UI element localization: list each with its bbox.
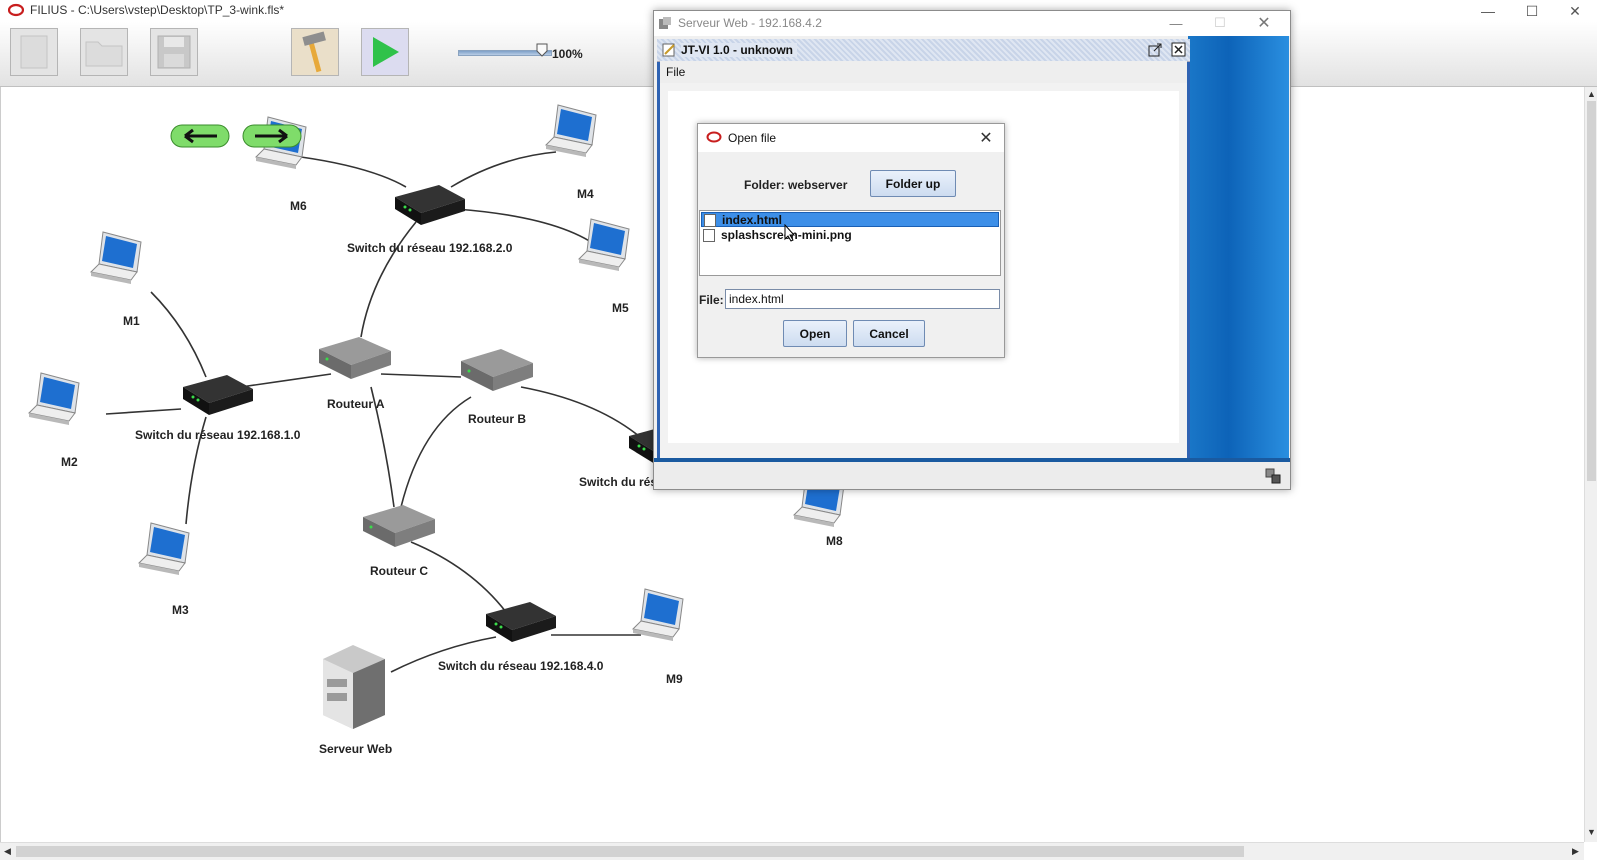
laptop-m3-icon [138,522,190,576]
new-file-button[interactable] [10,28,58,76]
scroll-left-arrow-icon[interactable]: ◀ [4,846,11,857]
file-checkbox-icon [703,229,715,242]
scroll-down-arrow-icon[interactable]: ▼ [1587,827,1596,837]
menu-file[interactable]: File [666,65,685,79]
laptop-m9-icon [632,588,684,642]
scroll-up-arrow-icon[interactable]: ▲ [1587,89,1596,99]
resize-grip-icon[interactable] [1265,468,1281,484]
switch-1-icon [183,375,253,415]
jtvi-title: JT-VI 1.0 - unknown [681,43,798,57]
close-button[interactable]: ✕ [1553,0,1597,22]
jtvi-titlebar: JT-VI 1.0 - unknown [657,39,1190,62]
minimize-button[interactable]: — [1466,0,1510,22]
maximize-button[interactable]: ☐ [1510,0,1554,22]
switch-4-icon [486,602,556,642]
server-window-icon [659,17,671,29]
filius-dialog-icon [706,131,722,143]
server-icon [323,645,385,729]
notepad-icon [662,43,675,57]
server-close-button[interactable]: ✕ [1242,12,1286,34]
server-window-title: Serveur Web - 192.168.4.2 [678,16,822,30]
new-file-icon [20,35,48,69]
label-switch-1: Switch du réseau 192.168.1.0 [135,428,301,442]
scroll-right-arrow-icon[interactable]: ▶ [1572,846,1579,857]
desktop-background [1188,36,1289,466]
label-switch-4: Switch du réseau 192.168.4.0 [438,659,604,673]
open-button[interactable]: Open [783,320,847,347]
detach-icon[interactable] [1148,43,1162,57]
label-m3: M3 [172,603,189,617]
label-router-c: Routeur C [370,564,428,578]
laptop-m5-icon [578,218,630,272]
label-m6: M6 [290,199,307,213]
vertical-scrollbar[interactable]: ▲ ▼ [1584,87,1597,842]
label-router-a: Routeur A [327,397,385,411]
simulation-mode-button[interactable] [361,28,409,76]
vertical-scroll-thumb[interactable] [1587,101,1596,481]
router-b-icon [461,349,533,391]
folder-icon [85,41,123,67]
server-window-titlebar: Serveur Web - 192.168.4.2 — ☐ ✕ [654,11,1290,36]
filius-logo-icon [8,3,24,17]
dialog-close-button[interactable]: ✕ [974,127,998,149]
list-item[interactable]: index.html [701,212,999,227]
server-statusbar [654,462,1290,489]
dialog-title: Open file [728,131,777,145]
label-m2: M2 [61,455,78,469]
floppy-icon [157,35,191,69]
file-name: index.html [722,213,783,227]
file-checkbox-icon [704,214,716,227]
label-m5: M5 [612,301,629,315]
label-m9: M9 [666,672,683,686]
label-switch-2: Switch du réseau 192.168.2.0 [347,241,513,255]
design-mode-button[interactable] [291,28,339,76]
laptop-m2-icon [28,372,80,426]
horizontal-scrollbar[interactable]: ◀ ▶ [0,842,1584,860]
zoom-slider-knob[interactable] [536,43,548,57]
mouse-cursor-icon [784,224,796,242]
folder-up-button[interactable]: Folder up [870,170,956,197]
open-folder-button[interactable] [80,28,128,76]
window-title: FILIUS - C:\Users\vstep\Desktop\TP_3-win… [30,3,285,17]
zoom-level: 100% [552,47,583,61]
laptop-m1-icon [90,231,142,285]
list-item[interactable]: splashscreen-mini.png [701,228,999,243]
router-a-icon [319,337,391,379]
label-m1: M1 [123,314,140,328]
horizontal-scroll-thumb[interactable] [16,846,1244,857]
network-links [105,151,647,673]
server-minimize-button[interactable]: — [1154,12,1198,34]
file-name-field[interactable] [725,289,1000,309]
cancel-button[interactable]: Cancel [853,320,925,347]
folder-label: Folder: webserver [744,178,848,192]
save-button[interactable] [150,28,198,76]
hammer-icon [302,31,326,73]
jtvi-menubar: File [660,61,1187,83]
label-server: Serveur Web [319,742,393,756]
forward-arrow-icon [242,124,302,148]
label-router-b: Routeur B [468,412,526,426]
open-file-dialog: Open file ✕ Folder: webserver Folder up … [697,123,1005,358]
play-icon [373,37,399,67]
switch-2-icon [395,185,465,225]
back-arrow-icon [170,124,230,148]
dialog-titlebar: Open file ✕ [698,124,1004,152]
file-label: File: [699,293,724,307]
file-list[interactable]: index.html splashscreen-mini.png [699,210,1001,276]
server-maximize-button[interactable]: ☐ [1198,12,1242,34]
jtvi-close-icon[interactable] [1171,42,1186,57]
router-c-icon [363,505,435,547]
label-m8: M8 [826,534,843,548]
label-m4: M4 [577,187,594,201]
laptop-m4-icon [545,104,597,158]
